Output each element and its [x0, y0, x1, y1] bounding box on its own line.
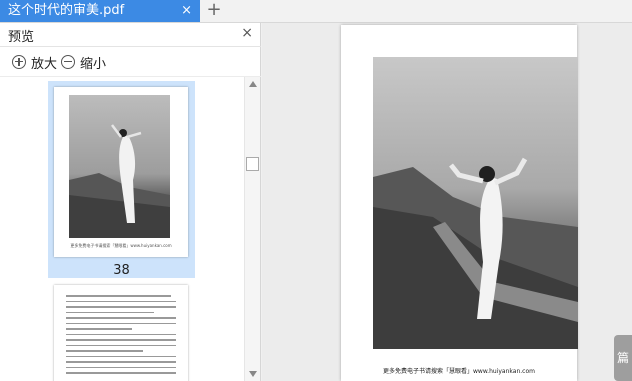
- side-panel-tab[interactable]: 篇: [614, 335, 632, 381]
- sidebar-header: 预览 ×: [0, 23, 261, 47]
- tab-bar: 这个时代的审美.pdf × +: [0, 0, 632, 23]
- thumbnail-list: 更多免费电子书请搜索「慧眼看」www.huiyankan.com 38: [0, 77, 244, 381]
- tab-close-icon[interactable]: ×: [181, 0, 192, 22]
- sidebar-title: 预览: [8, 30, 35, 45]
- page-caption: 更多免费电子书请搜索「慧眼看」www.huiyankan.com: [383, 368, 535, 375]
- thumbnail-scrollbar[interactable]: [244, 77, 260, 381]
- page-thumbnail[interactable]: [54, 285, 188, 381]
- document-viewer[interactable]: 更多免费电子书请搜索「慧眼看」www.huiyankan.com: [262, 23, 632, 381]
- zoom-in-button[interactable]: 放大: [12, 53, 58, 72]
- zoom-out-icon: [61, 55, 75, 69]
- zoom-in-icon: [12, 55, 26, 69]
- page-photo: [373, 57, 578, 349]
- sidebar-close-icon[interactable]: ×: [241, 25, 253, 41]
- scrollbar-thumb[interactable]: [246, 157, 259, 171]
- zoom-out-label: 缩小: [80, 56, 107, 72]
- document-page: 更多免费电子书请搜索「慧眼看」www.huiyankan.com: [341, 25, 578, 381]
- zoom-out-button[interactable]: 缩小: [61, 53, 107, 72]
- zoom-in-label: 放大: [31, 56, 58, 72]
- thumbnail-caption: 更多免费电子书请搜索「慧眼看」www.huiyankan.com: [70, 243, 172, 248]
- tab-document[interactable]: 这个时代的审美.pdf ×: [0, 0, 200, 22]
- scroll-down-icon[interactable]: [249, 371, 257, 377]
- scroll-up-icon[interactable]: [249, 81, 257, 87]
- zoom-toolbar: 放大 缩小: [0, 47, 261, 77]
- thumbnail-photo: [69, 95, 170, 238]
- tab-title: 这个时代的审美.pdf: [8, 3, 125, 18]
- new-tab-button[interactable]: +: [204, 0, 224, 22]
- page-thumbnail[interactable]: 更多免费电子书请搜索「慧眼看」www.huiyankan.com: [54, 87, 188, 257]
- thumbnail-page-number: 38: [113, 263, 130, 278]
- thumbnail-text-lines: [66, 295, 176, 378]
- preview-sidebar: 预览 × 放大 缩小 更多免费电子书请搜索「慧眼看」www.huiyankan.…: [0, 23, 261, 381]
